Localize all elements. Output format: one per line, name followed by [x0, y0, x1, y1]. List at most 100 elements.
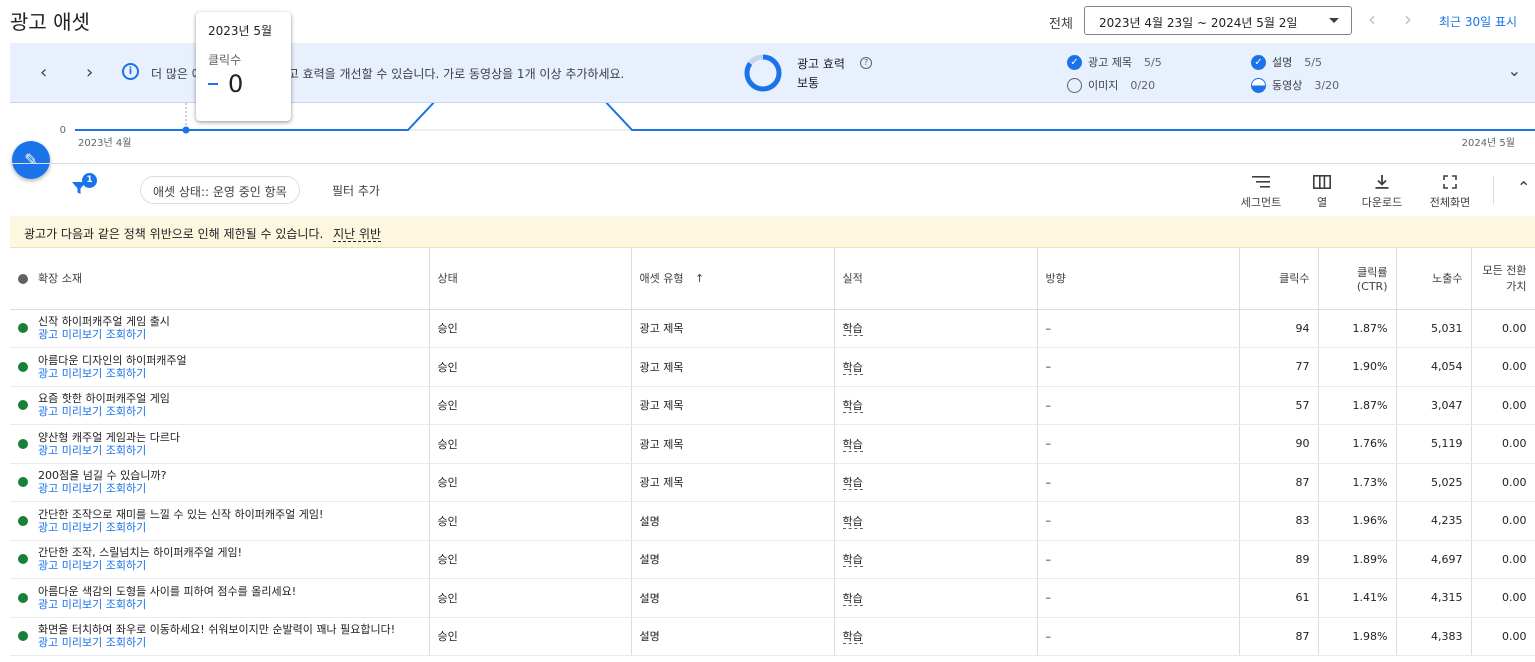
cell-performance: 학습: [834, 463, 1038, 502]
col-conversions[interactable]: 모든 전환 가치: [1471, 248, 1535, 310]
ad-preview-link[interactable]: 광고 미리보기 조회하기: [38, 598, 296, 611]
performance-label[interactable]: 학습: [842, 630, 863, 645]
table-row[interactable]: 아름다운 색감의 도형들 사이를 피하여 점수를 올리세요! 광고 미리보기 조회…: [10, 578, 1535, 618]
performance-label[interactable]: 학습: [842, 591, 863, 606]
col-type[interactable]: 애셋 유형 ↑: [631, 248, 835, 310]
page-title: 광고 애셋: [10, 10, 90, 34]
cell-asset: 양산형 캐주얼 게임과는 다르다 광고 미리보기 조회하기: [10, 424, 430, 464]
add-filter-button[interactable]: 필터 추가: [332, 182, 380, 199]
performance-label[interactable]: 학습: [842, 322, 863, 337]
col-performance[interactable]: 실적: [834, 248, 1038, 310]
banner-next-button[interactable]: ›: [86, 62, 93, 83]
table-row[interactable]: 간단한 조작으로 재미를 느낄 수 있는 신작 하이퍼캐주얼 게임! 광고 미리보…: [10, 501, 1535, 541]
cell-status: 승인: [429, 347, 632, 387]
date-next-button[interactable]: ›: [1398, 8, 1418, 32]
cell-direction: –: [1037, 386, 1240, 425]
cell-impressions: 4,315: [1396, 578, 1472, 618]
cell-asset: 화면을 터치하여 좌우로 이동하세요! 쉬워보이지만 순발력이 꽤나 필요합니다…: [10, 617, 430, 656]
fullscreen-button[interactable]: 전체화면: [1424, 172, 1476, 210]
date-range-select[interactable]: 2023년 4월 23일 ~ 2024년 5월 2일: [1084, 6, 1352, 35]
ad-preview-link[interactable]: 광고 미리보기 조회하기: [38, 636, 395, 649]
performance-label[interactable]: 학습: [842, 399, 863, 414]
cell-conversions: 0.00: [1471, 463, 1535, 502]
asset-text: 간단한 조작으로 재미를 느낄 수 있는 신작 하이퍼캐주얼 게임!: [38, 507, 324, 521]
table-row[interactable]: 아름다운 디자인의 하이퍼캐주얼 광고 미리보기 조회하기 승인 광고 제목 학습 –77…: [10, 347, 1535, 387]
cell-clicks: 87: [1239, 617, 1319, 656]
ad-preview-link[interactable]: 광고 미리보기 조회하기: [38, 521, 323, 534]
cell-performance: 학습: [834, 347, 1038, 387]
ad-preview-link[interactable]: 광고 미리보기 조회하기: [38, 444, 180, 457]
col-impressions[interactable]: 노출수: [1396, 248, 1472, 310]
cell-asset: 간단한 조작으로 재미를 느낄 수 있는 신작 하이퍼캐주얼 게임! 광고 미리보…: [10, 501, 430, 541]
cell-impressions: 3,047: [1396, 386, 1472, 425]
cell-clicks: 94: [1239, 309, 1319, 348]
table-toolbar: 1 애셋 상태:: 운영 중인 항목 필터 추가 세그먼트 열 다운로드 전체화…: [10, 163, 1535, 216]
table-row[interactable]: 신작 하이퍼캐주얼 게임 출시 광고 미리보기 조회하기 승인 광고 제목 학습 –94 1…: [10, 309, 1535, 348]
performance-label[interactable]: 학습: [842, 553, 863, 568]
tooltip-value: 0: [228, 70, 244, 98]
expand-chevron-icon[interactable]: ⌄: [1508, 61, 1521, 80]
cell-type: 설명: [631, 540, 835, 579]
banner-prev-button[interactable]: ‹: [40, 62, 47, 83]
ad-preview-link[interactable]: 광고 미리보기 조회하기: [38, 328, 170, 341]
ad-preview-link[interactable]: 광고 미리보기 조회하기: [38, 559, 242, 572]
col-asset-label: 확장 소재: [38, 272, 82, 286]
asset-check-label: 설명: [1272, 56, 1293, 69]
performance-label[interactable]: 학습: [842, 476, 863, 491]
cell-conversions: 0.00: [1471, 424, 1535, 464]
collapse-chevron-icon[interactable]: ⌃: [1517, 178, 1530, 197]
help-icon[interactable]: ?: [860, 57, 872, 69]
download-button[interactable]: 다운로드: [1356, 172, 1408, 210]
status-dot-icon: [18, 323, 28, 334]
table-row[interactable]: 요즘 핫한 하이퍼캐주얼 게임 광고 미리보기 조회하기 승인 광고 제목 학습 –57 1…: [10, 386, 1535, 425]
date-range-value: 2023년 4월 23일 ~ 2024년 5월 2일: [1099, 16, 1298, 30]
recent-30-days-link[interactable]: 최근 30일 표시: [1439, 13, 1517, 30]
cell-status: 승인: [429, 386, 632, 425]
half-circle-icon: [1251, 77, 1266, 93]
col-clicks[interactable]: 클릭수: [1239, 248, 1319, 310]
status-dot-icon: [18, 592, 28, 603]
cell-conversions: 0.00: [1471, 617, 1535, 656]
asset-check-count: 0/20: [1130, 78, 1156, 92]
ad-preview-link[interactable]: 광고 미리보기 조회하기: [38, 405, 170, 418]
date-prev-button[interactable]: ‹: [1362, 8, 1382, 32]
table-row[interactable]: 양산형 캐주얼 게임과는 다르다 광고 미리보기 조회하기 승인 광고 제목 학습 –90…: [10, 424, 1535, 464]
table-row[interactable]: 간단한 조작, 스릴넘치는 하이퍼캐주얼 게임! 광고 미리보기 조회하기 승인 설명…: [10, 540, 1535, 579]
asset-text: 화면을 터치하여 좌우로 이동하세요! 쉬워보이지만 순발력이 꽤나 필요합니다…: [38, 623, 396, 637]
cell-asset: 신작 하이퍼캐주얼 게임 출시 광고 미리보기 조회하기: [10, 309, 430, 348]
tooltip-value-row: 0: [208, 70, 279, 98]
columns-button[interactable]: 열: [1307, 172, 1337, 210]
status-dot-icon: [18, 400, 28, 411]
ad-preview-link[interactable]: 광고 미리보기 조회하기: [38, 367, 187, 380]
ad-preview-link[interactable]: 광고 미리보기 조회하기: [38, 482, 166, 495]
col-direction[interactable]: 방향: [1037, 248, 1240, 310]
cell-ctr: 1.98%: [1318, 617, 1397, 656]
col-asset[interactable]: 확장 소재: [10, 248, 430, 310]
cell-type: 광고 제목: [631, 386, 835, 425]
cell-asset: 간단한 조작, 스릴넘치는 하이퍼캐주얼 게임! 광고 미리보기 조회하기: [10, 540, 430, 579]
col-ctr[interactable]: 클릭률 (CTR): [1318, 248, 1397, 310]
table-row[interactable]: 화면을 터치하여 좌우로 이동하세요! 쉬워보이지만 순발력이 꽤나 필요합니다…: [10, 617, 1535, 656]
columns-label: 열: [1316, 196, 1328, 209]
cell-direction: –: [1037, 309, 1240, 348]
performance-label[interactable]: 학습: [842, 514, 863, 529]
performance-label[interactable]: 학습: [842, 437, 863, 452]
cell-direction: –: [1037, 424, 1240, 464]
table-row[interactable]: 200점을 넘길 수 있습니까? 광고 미리보기 조회하기 승인 광고 제목 학습 –87…: [10, 463, 1535, 502]
cell-ctr: 1.96%: [1318, 501, 1397, 541]
cell-ctr: 1.87%: [1318, 386, 1397, 425]
cell-conversions: 0.00: [1471, 578, 1535, 618]
asset-text: 신작 하이퍼캐주얼 게임 출시: [38, 315, 170, 329]
past-violations-link[interactable]: 지난 위반: [333, 227, 382, 242]
cell-direction: –: [1037, 540, 1240, 579]
performance-label[interactable]: 학습: [842, 360, 863, 375]
col-ctr-label: 클릭률: [1357, 265, 1388, 279]
col-status[interactable]: 상태: [429, 248, 632, 310]
hover-point: [182, 126, 190, 134]
segment-button[interactable]: 세그먼트: [1236, 172, 1286, 210]
cell-performance: 학습: [834, 309, 1038, 348]
filter-chip-status[interactable]: 애셋 상태:: 운영 중인 항목: [140, 176, 300, 204]
fullscreen-icon: [1424, 172, 1476, 192]
sort-arrow-icon: ↑: [694, 272, 705, 286]
cell-direction: –: [1037, 617, 1240, 656]
